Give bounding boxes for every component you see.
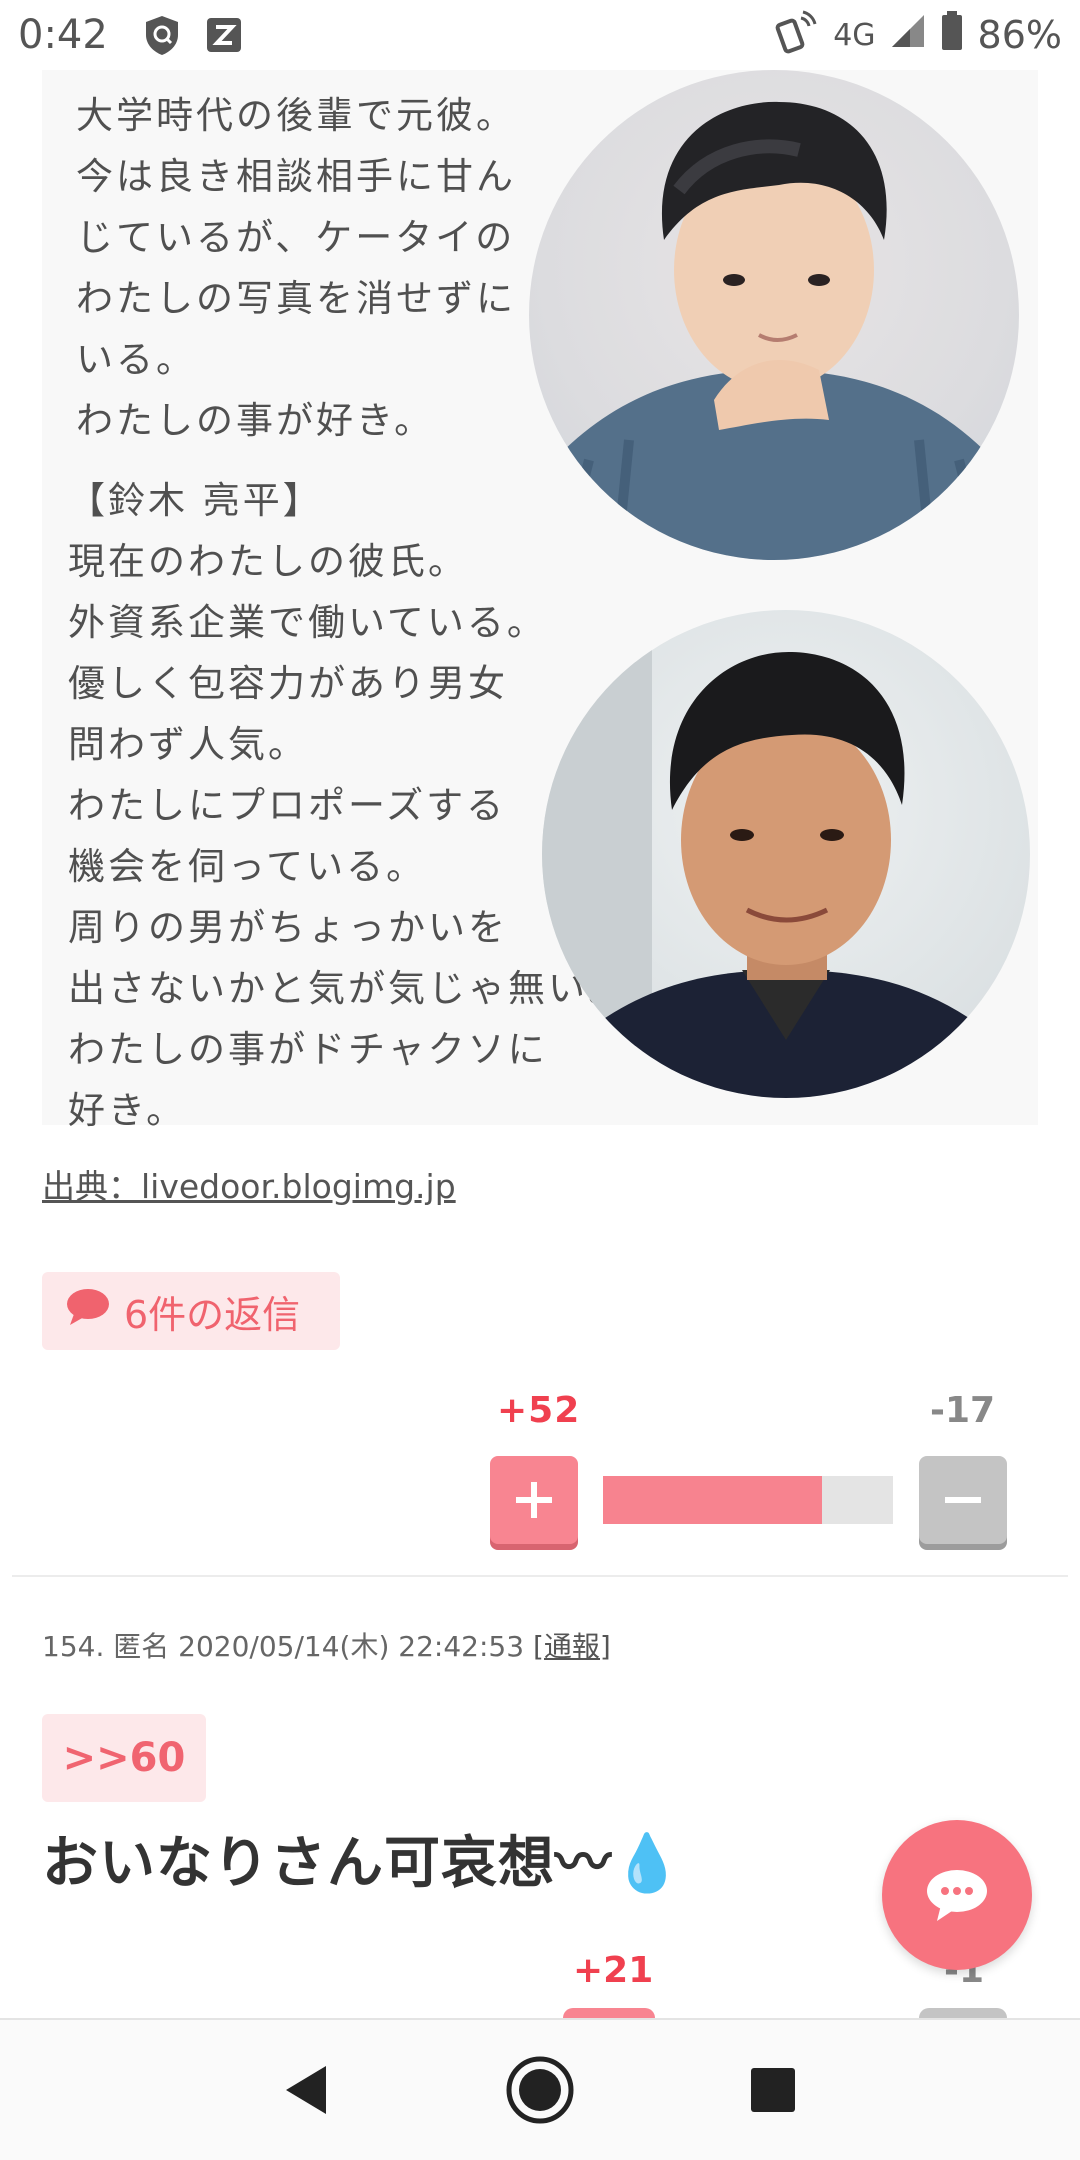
plus-count-2: +21 xyxy=(573,1950,654,1991)
vote-panel: +52 -17 xyxy=(0,1390,1080,1560)
battery-label: 86% xyxy=(977,13,1062,57)
post-meta-text: 154. 匿名 2020/05/14(木) 22:42:53 xyxy=(42,1630,533,1663)
reply-anchor[interactable]: >>60 xyxy=(42,1714,206,1802)
plus-vote-button[interactable] xyxy=(490,1456,578,1544)
minus-count: -17 xyxy=(930,1390,996,1431)
speech-bubble-icon xyxy=(66,1288,124,1335)
home-button[interactable] xyxy=(495,2045,585,2135)
nfc-phone-icon xyxy=(773,8,819,63)
chat-bubble-icon xyxy=(927,1870,987,1921)
back-triangle-icon xyxy=(285,2066,326,2114)
network-label: 4G xyxy=(833,17,876,53)
recents-button[interactable] xyxy=(728,2045,818,2135)
home-circle-icon xyxy=(506,2056,574,2124)
report-link[interactable]: [通報] xyxy=(533,1630,611,1663)
system-nav-bar xyxy=(0,2018,1080,2160)
recents-square-icon xyxy=(751,2068,796,2112)
profile-text-2: 【鈴木 亮平】 現在のわたしの彼氏。 外資系企業で働いている。 優しく包容力があ… xyxy=(68,479,628,1132)
minus-vote-button[interactable] xyxy=(919,1456,1007,1544)
status-bar: 0:42 4G 86% xyxy=(0,0,1080,70)
comment-fab[interactable] xyxy=(882,1820,1032,1970)
source-link[interactable]: 出典：livedoor.blogimg.jp xyxy=(42,1160,456,1208)
portrait-photo-2 xyxy=(542,610,1030,1098)
plus-count: +52 xyxy=(497,1390,581,1431)
battery-icon xyxy=(940,10,964,60)
profile-image-card: 大学時代の後輩で元彼。 今は良き相談相手に甘ん じているが、ケータイの わたしの… xyxy=(42,70,1038,1132)
portrait-photo-1 xyxy=(529,70,1019,560)
shield-icon xyxy=(140,13,184,57)
post-meta: 154. 匿名 2020/05/14(木) 22:42:53 [通報] xyxy=(42,1625,611,1665)
replies-button[interactable]: 6件の返信 xyxy=(42,1272,340,1350)
replies-label: 6件の返信 xyxy=(124,1292,301,1337)
comment-body: おいなりさん可哀想〰💧 xyxy=(42,1831,683,1896)
profile-text-1: 大学時代の後輩で元彼。 今は良き相談相手に甘ん じているが、ケータイの わたしの… xyxy=(76,94,516,442)
vote-ratio-fill xyxy=(603,1476,822,1524)
post-divider xyxy=(12,1575,1068,1577)
back-button[interactable] xyxy=(262,2045,352,2135)
status-time: 0:42 xyxy=(18,12,108,58)
signal-icon xyxy=(890,13,926,58)
plus-icon xyxy=(516,1482,552,1518)
app-icon xyxy=(204,15,244,55)
minus-icon xyxy=(945,1497,981,1503)
vote-ratio-bar xyxy=(603,1476,893,1524)
